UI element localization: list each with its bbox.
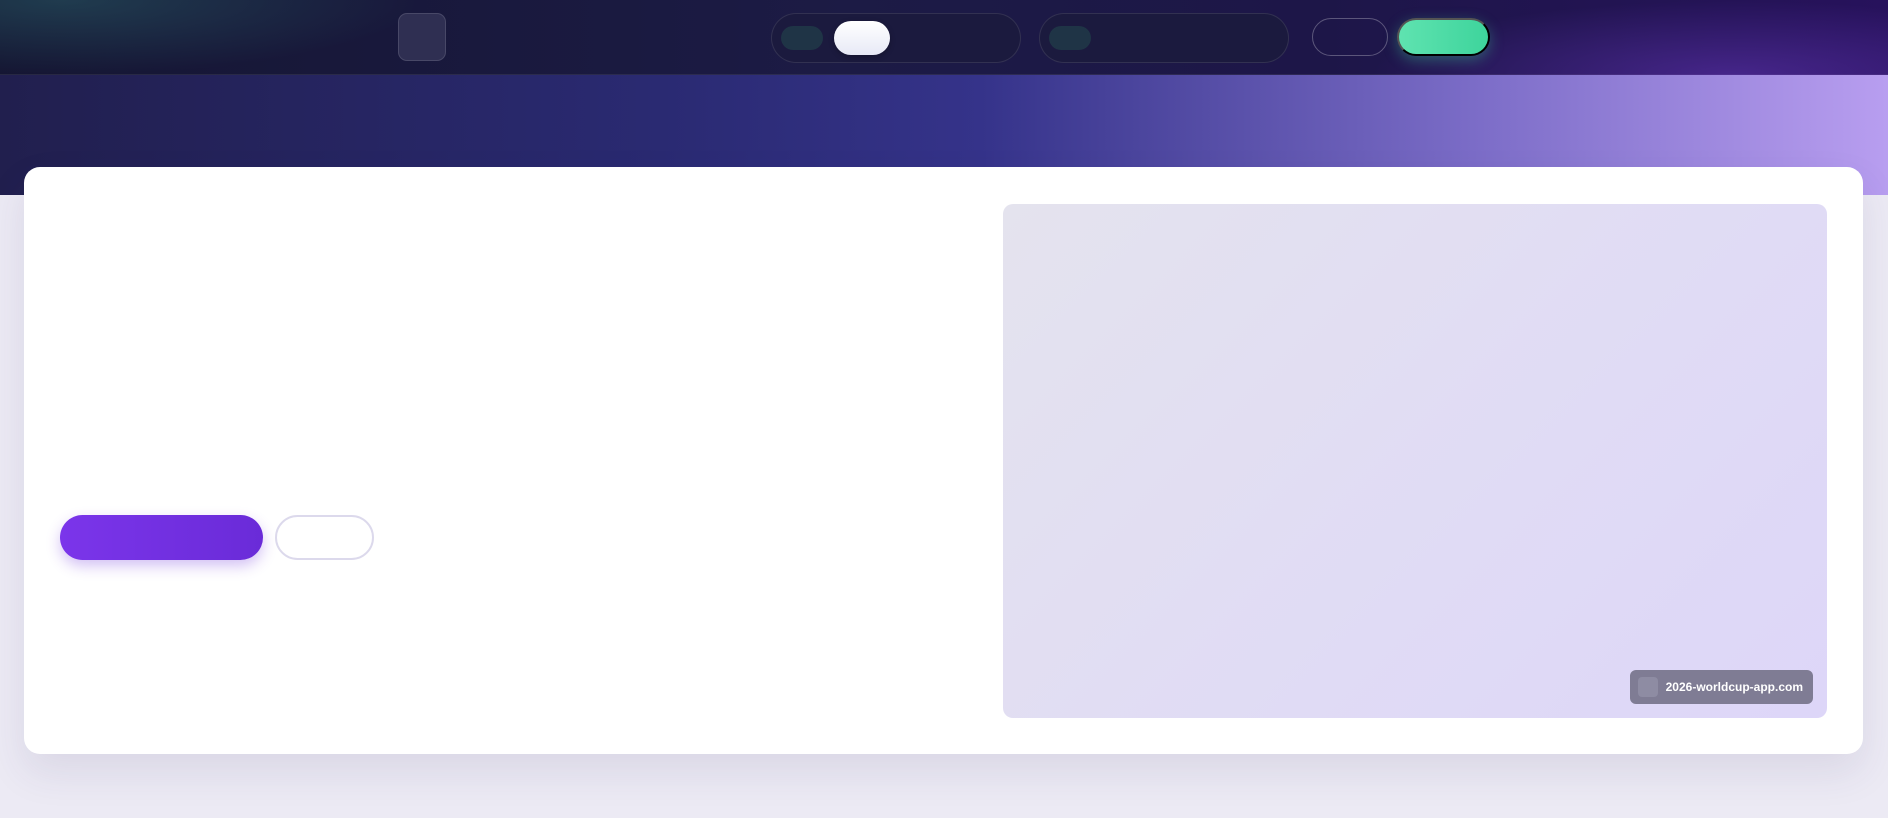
nav-secondary-button[interactable] bbox=[1312, 18, 1388, 56]
nav-toggle-group-two[interactable] bbox=[1039, 13, 1289, 63]
nav-primary-button[interactable] bbox=[1397, 18, 1490, 56]
source-badge[interactable]: 2026-worldcup-app.com bbox=[1629, 670, 1813, 704]
status-dot-icon bbox=[1049, 26, 1091, 50]
page-root: 2026-worldcup-app.com bbox=[0, 0, 1888, 818]
secondary-cta-button[interactable] bbox=[275, 515, 374, 560]
active-toggle-pill[interactable] bbox=[834, 21, 890, 55]
globe-icon bbox=[1637, 677, 1658, 697]
nav-toggle-group-one[interactable] bbox=[771, 13, 1021, 63]
media-preview: 2026-worldcup-app.com bbox=[1003, 204, 1827, 718]
top-navbar bbox=[0, 0, 1888, 75]
main-card: 2026-worldcup-app.com bbox=[24, 167, 1863, 754]
source-url: 2026-worldcup-app.com bbox=[1665, 680, 1803, 694]
status-dot-icon bbox=[781, 26, 823, 50]
primary-cta-button[interactable] bbox=[60, 515, 263, 560]
logo-icon[interactable] bbox=[398, 13, 446, 61]
